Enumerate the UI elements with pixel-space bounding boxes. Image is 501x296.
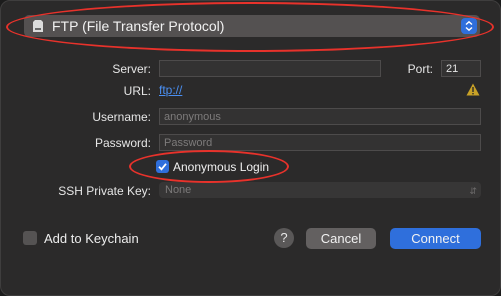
port-label: Port: [407,62,433,76]
warning-icon [466,83,480,96]
username-field[interactable]: anonymous [159,108,481,125]
chevron-updown-icon[interactable] [461,18,477,34]
ssh-key-label: SSH Private Key: [58,184,151,198]
add-to-keychain-checkbox[interactable] [23,231,37,245]
password-field[interactable]: Password [159,134,481,151]
chevron-updown-icon: ⇵ [469,186,477,196]
protocol-label: FTP (File Transfer Protocol) [52,18,225,34]
network-drive-icon [33,20,43,32]
protocol-select[interactable]: FTP (File Transfer Protocol) [24,15,480,37]
anonymous-login-checkbox[interactable] [156,160,169,173]
cancel-button[interactable]: Cancel [306,228,376,249]
help-button[interactable]: ? [274,228,294,248]
port-field[interactable]: 21 [441,60,481,77]
connect-button[interactable]: Connect [390,228,481,249]
server-field[interactable] [159,60,381,77]
password-label: Password: [94,136,151,150]
checkmark-icon [158,163,167,171]
connection-dialog: FTP (File Transfer Protocol) Server: Por… [0,0,501,296]
url-label: URL: [123,84,151,98]
ssh-key-select[interactable]: None ⇵ [159,182,481,198]
url-link[interactable]: ftp:// [159,83,182,97]
anonymous-login-label: Anonymous Login [173,160,270,174]
username-label: Username: [92,110,151,124]
server-label: Server: [112,62,151,76]
add-to-keychain-label: Add to Keychain [44,231,139,246]
ssh-key-value: None [165,184,192,196]
